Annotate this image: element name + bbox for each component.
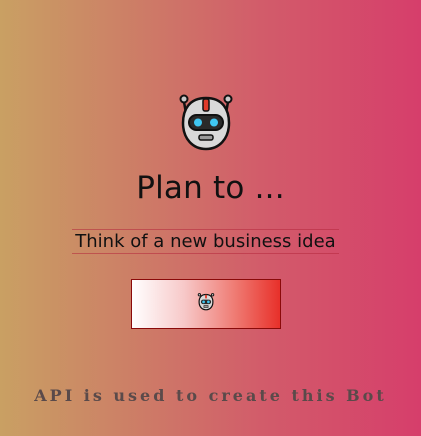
footer-credit: API is used to create this Bot xyxy=(34,386,387,405)
prompt-input[interactable]: Think of a new business idea xyxy=(72,229,339,254)
robot-icon xyxy=(197,293,215,315)
robot-icon xyxy=(177,93,235,153)
generate-button[interactable] xyxy=(131,279,281,329)
page-title: Plan to ... xyxy=(136,170,285,206)
